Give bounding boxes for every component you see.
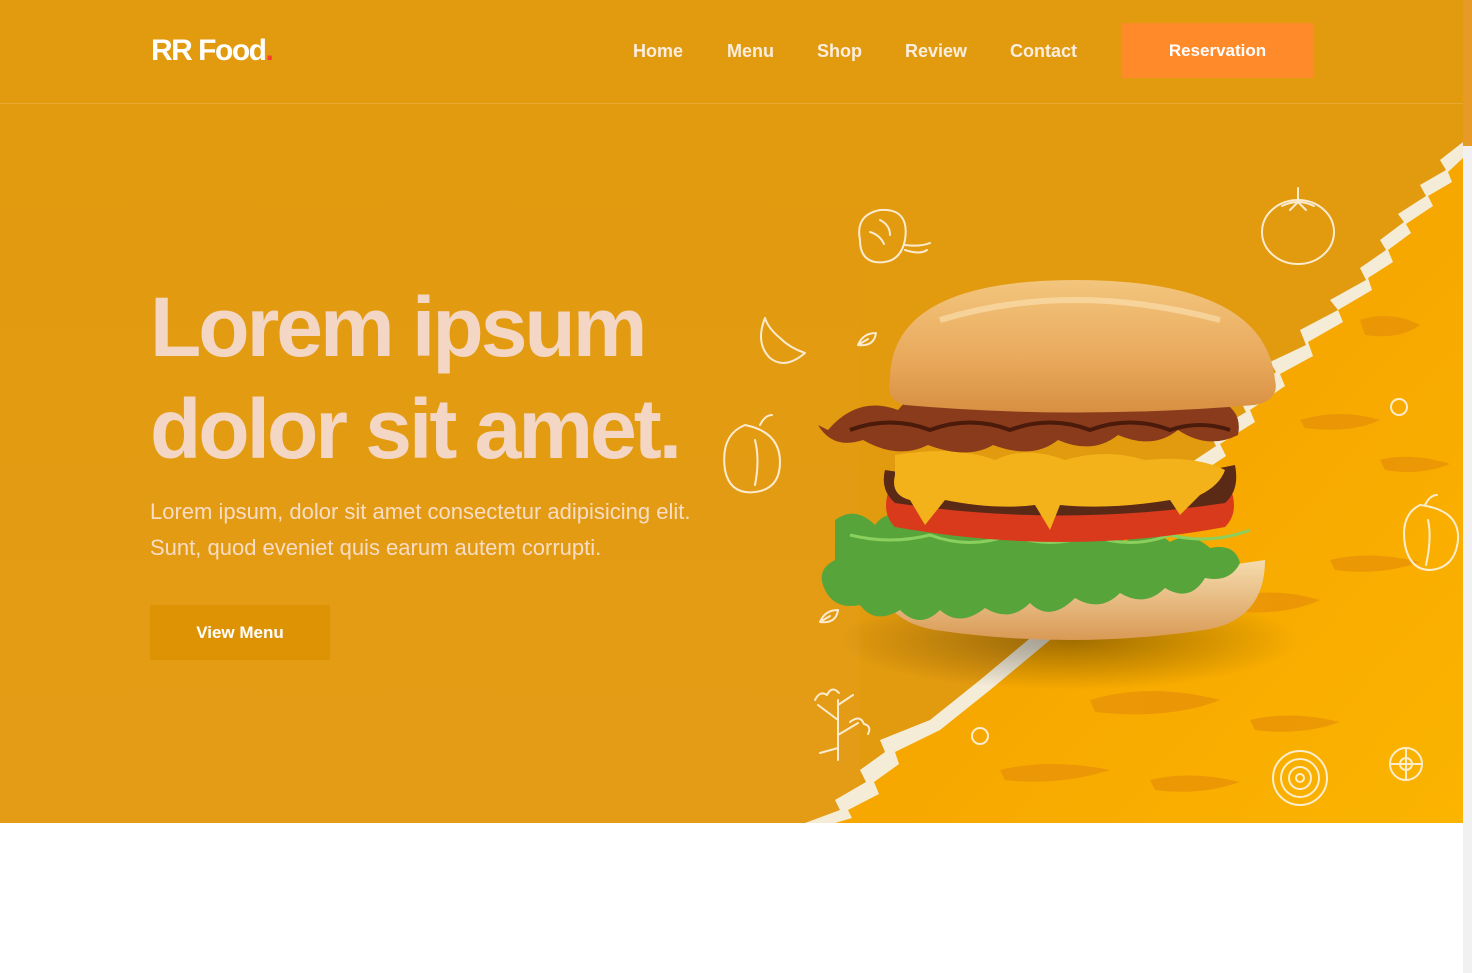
nav-link-review[interactable]: Review [905, 40, 967, 62]
tomato-icon [1261, 187, 1335, 265]
burger-image [818, 280, 1300, 690]
nav-link-home[interactable]: Home [633, 40, 683, 62]
lemon-slice-icon [1389, 747, 1423, 781]
nav-link-shop[interactable]: Shop [817, 40, 862, 62]
leaf-icon [857, 332, 877, 347]
hero-title-line-2: dolor sit amet. [150, 382, 682, 476]
hero-subtitle: Lorem ipsum, dolor sit amet consectetur … [150, 499, 691, 560]
page-scrollbar-thumb[interactable] [1463, 0, 1472, 146]
hero-title-line-1: Lorem ipsum [150, 280, 647, 374]
hero-title: Lorem ipsum dolor sit amet. [150, 276, 790, 480]
shrimp-icon [858, 208, 931, 264]
nav-link-contact[interactable]: Contact [1010, 40, 1077, 62]
top-navbar: RR Food. Home Menu Shop Review Contact R… [0, 0, 1463, 104]
view-menu-button[interactable]: View Menu [150, 605, 330, 660]
brand-logo[interactable]: RR Food. [151, 32, 274, 70]
brand-dot: . [265, 34, 273, 67]
reservation-button[interactable]: Reservation [1122, 23, 1313, 78]
nav-link-menu[interactable]: Menu [727, 40, 774, 62]
leaf-small-icon [819, 609, 839, 624]
hero-section: RR Food. Home Menu Shop Review Contact R… [0, 0, 1463, 823]
brand-name: RR Food [151, 34, 267, 67]
parsley-icon [814, 688, 871, 761]
